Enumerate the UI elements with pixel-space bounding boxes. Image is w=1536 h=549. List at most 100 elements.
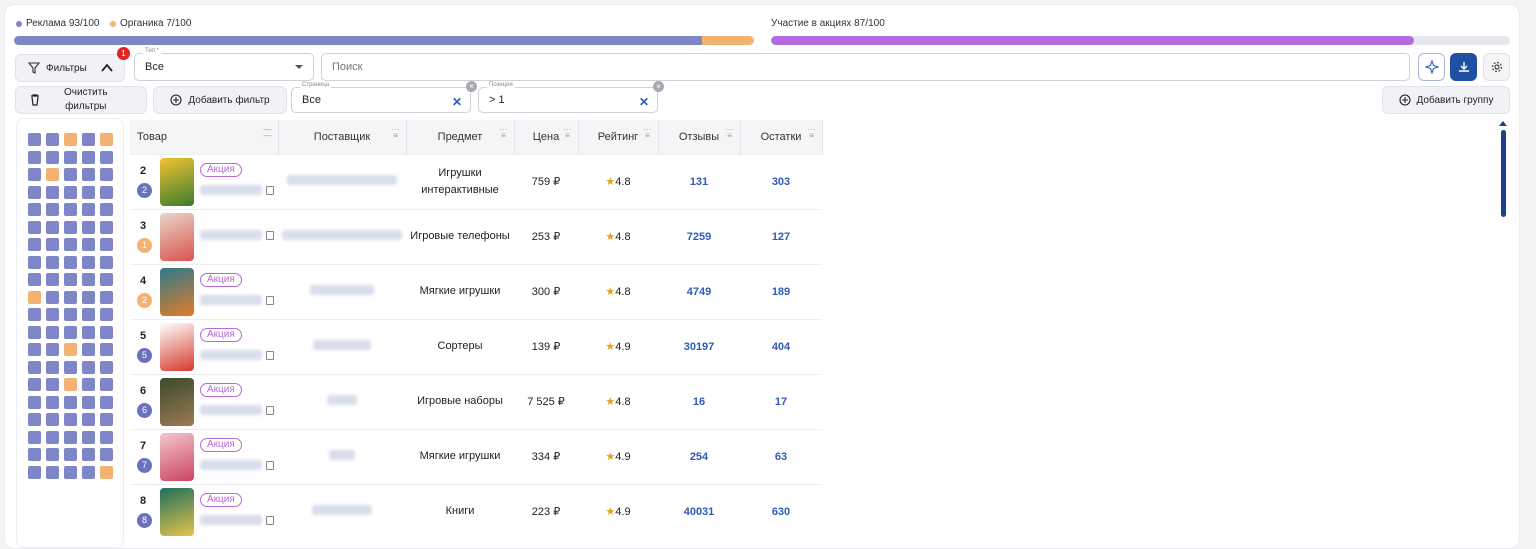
column-menu-icon[interactable]: ··· ≡ bbox=[808, 126, 816, 140]
grid-cell[interactable] bbox=[100, 343, 113, 356]
stock-value[interactable]: 63 bbox=[775, 451, 787, 463]
stock-value[interactable]: 630 bbox=[772, 506, 790, 518]
grid-cell[interactable] bbox=[100, 290, 113, 304]
scrollbar-thumb[interactable] bbox=[1501, 130, 1506, 217]
grid-cell[interactable] bbox=[46, 133, 59, 146]
grid-cell[interactable] bbox=[28, 448, 41, 461]
grid-cell[interactable] bbox=[64, 448, 77, 461]
stock-value[interactable]: 303 bbox=[772, 176, 790, 188]
grid-cell[interactable] bbox=[64, 133, 77, 146]
stock-value[interactable]: 127 bbox=[772, 231, 790, 243]
supplier-name-blurred[interactable] bbox=[312, 505, 372, 516]
grid-cell[interactable] bbox=[64, 238, 77, 251]
grid-cell[interactable] bbox=[100, 238, 113, 251]
stock-value[interactable]: 404 bbox=[772, 341, 790, 353]
grid-cell[interactable] bbox=[64, 168, 77, 181]
supplier-name-blurred[interactable] bbox=[310, 285, 374, 295]
grid-cell[interactable] bbox=[28, 150, 41, 164]
clear-page-icon[interactable]: ✕ bbox=[452, 95, 462, 109]
grid-cell[interactable] bbox=[100, 360, 113, 374]
grid-cell[interactable] bbox=[100, 378, 113, 391]
download-button[interactable] bbox=[1450, 53, 1477, 81]
product-thumbnail[interactable] bbox=[160, 432, 194, 481]
supplier-name-blurred[interactable] bbox=[313, 340, 371, 350]
grid-cell[interactable] bbox=[46, 325, 59, 339]
column-menu-icon[interactable]: ··· ≡ bbox=[564, 126, 572, 140]
product-thumbnail[interactable] bbox=[160, 322, 194, 371]
grid-cell[interactable] bbox=[64, 255, 77, 269]
grid-cell[interactable] bbox=[100, 308, 113, 321]
reviews-value[interactable]: 131 bbox=[690, 176, 708, 188]
product-thumbnail[interactable] bbox=[160, 267, 194, 316]
grid-cell[interactable] bbox=[82, 308, 95, 321]
grid-cell[interactable] bbox=[82, 238, 95, 251]
grid-cell[interactable] bbox=[46, 220, 59, 234]
remove-position-filter-icon[interactable]: × bbox=[653, 81, 664, 92]
table-row[interactable]: 8 8 Акция Книги 223 ₽ ★4.9 40031 630 bbox=[130, 483, 822, 539]
grid-cell[interactable] bbox=[64, 430, 77, 444]
grid-cell[interactable] bbox=[82, 395, 95, 409]
grid-cell[interactable] bbox=[46, 203, 59, 216]
grid-cell[interactable] bbox=[28, 343, 41, 356]
reviews-value[interactable]: 40031 bbox=[684, 506, 715, 518]
supplier-name-blurred[interactable] bbox=[282, 230, 402, 240]
grid-cell[interactable] bbox=[46, 238, 59, 251]
grid-cell[interactable] bbox=[28, 413, 41, 426]
ai-sparkle-button[interactable] bbox=[1418, 53, 1445, 81]
grid-cell[interactable] bbox=[100, 325, 113, 339]
grid-cell[interactable] bbox=[28, 133, 41, 146]
table-row[interactable]: 7 7 Акция Мягкие игрушки 334 ₽ ★4.9 254 … bbox=[130, 428, 822, 484]
grid-cell[interactable] bbox=[64, 150, 77, 164]
grid-cell[interactable] bbox=[46, 185, 59, 199]
position-filter[interactable]: Позиция > 1 ✕ × bbox=[478, 81, 664, 113]
grid-cell[interactable] bbox=[82, 448, 95, 461]
grid-cell[interactable] bbox=[46, 290, 59, 304]
search-input[interactable] bbox=[321, 53, 1410, 81]
reviews-value[interactable]: 4749 bbox=[687, 286, 711, 298]
reviews-value[interactable]: 16 bbox=[693, 396, 705, 408]
grid-cell[interactable] bbox=[64, 220, 77, 234]
grid-cell[interactable] bbox=[46, 360, 59, 374]
grid-cell[interactable] bbox=[82, 273, 95, 286]
product-thumbnail[interactable] bbox=[160, 377, 194, 426]
table-row[interactable]: 2 2 Акция Игрушки интерактивные 759 ₽ ★4… bbox=[130, 153, 822, 209]
table-row[interactable]: 3 1 Игровые телефоны 253 ₽ ★4.8 7259 127 bbox=[130, 208, 822, 264]
grid-cell[interactable] bbox=[64, 343, 77, 356]
page-filter[interactable]: Страница Все ✕ × bbox=[291, 81, 477, 113]
grid-cell[interactable] bbox=[46, 430, 59, 444]
column-menu-icon[interactable]: ··· ≡ bbox=[392, 126, 400, 140]
column-menu-icon[interactable]: ··· ≡ bbox=[644, 126, 652, 140]
column-menu-icon[interactable]: ··· ≡ bbox=[726, 126, 734, 140]
grid-cell[interactable] bbox=[64, 378, 77, 391]
grid-cell[interactable] bbox=[28, 220, 41, 234]
grid-cell[interactable] bbox=[82, 343, 95, 356]
grid-cell[interactable] bbox=[100, 168, 113, 181]
grid-cell[interactable] bbox=[100, 430, 113, 444]
grid-cell[interactable] bbox=[100, 150, 113, 164]
grid-cell[interactable] bbox=[64, 395, 77, 409]
grid-cell[interactable] bbox=[100, 273, 113, 286]
grid-cell[interactable] bbox=[46, 465, 59, 479]
grid-cell[interactable] bbox=[46, 395, 59, 409]
grid-cell[interactable] bbox=[46, 273, 59, 286]
column-header[interactable]: Отзывы ··· ≡ bbox=[658, 120, 741, 154]
column-menu-icon[interactable]: — — bbox=[264, 126, 272, 140]
grid-cell[interactable] bbox=[46, 378, 59, 391]
type-select[interactable]: Тип * Все bbox=[134, 48, 314, 81]
grid-cell[interactable] bbox=[28, 395, 41, 409]
grid-cell[interactable] bbox=[46, 448, 59, 461]
grid-cell[interactable] bbox=[82, 203, 95, 216]
grid-cell[interactable] bbox=[28, 360, 41, 374]
grid-cell[interactable] bbox=[82, 465, 95, 479]
grid-cell[interactable] bbox=[82, 360, 95, 374]
grid-cell[interactable] bbox=[82, 168, 95, 181]
grid-cell[interactable] bbox=[100, 413, 113, 426]
clear-position-icon[interactable]: ✕ bbox=[639, 95, 649, 109]
grid-cell[interactable] bbox=[28, 465, 41, 479]
grid-cell[interactable] bbox=[64, 325, 77, 339]
supplier-name-blurred[interactable] bbox=[327, 395, 357, 405]
grid-cell[interactable] bbox=[64, 273, 77, 286]
column-header[interactable]: Предмет ··· ≡ bbox=[406, 120, 515, 154]
reviews-value[interactable]: 7259 bbox=[687, 231, 711, 243]
grid-cell[interactable] bbox=[28, 430, 41, 444]
